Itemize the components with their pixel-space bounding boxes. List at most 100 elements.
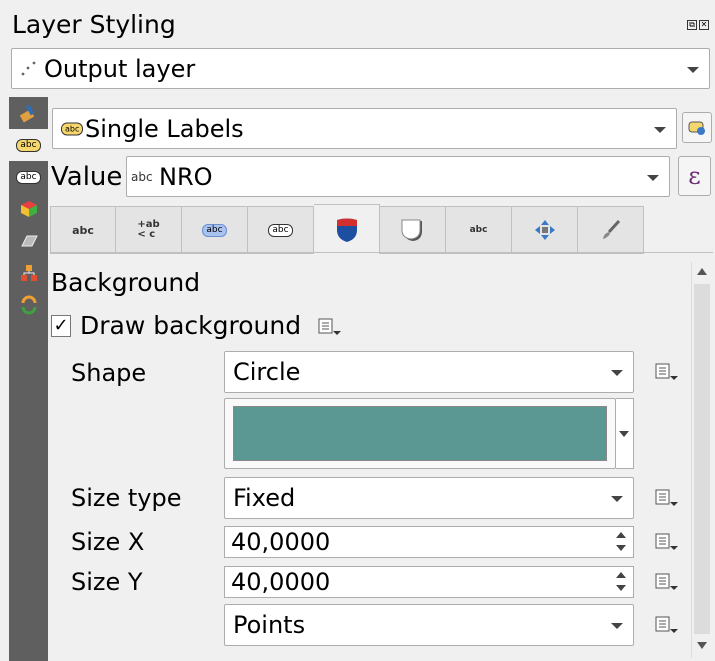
fields-icon <box>20 265 37 281</box>
panel-titlebar: Layer Styling ⧉ ✕ <box>0 0 715 44</box>
layer-select[interactable]: Output layer <box>11 48 710 89</box>
fill-color-button[interactable] <box>224 398 616 469</box>
sidebar-item-symbology[interactable] <box>9 97 48 129</box>
size-units-data-defined-button[interactable] <box>649 611 683 639</box>
draw-background-row: ✓ Draw background <box>51 311 301 340</box>
label-mask-icon: abc <box>16 170 41 184</box>
size-y-spinbox[interactable]: 40,0000 <box>224 566 634 598</box>
data-defined-icon <box>655 533 678 550</box>
shadow-icon <box>401 219 422 241</box>
callouts-icon: abc <box>469 225 488 235</box>
data-defined-icon <box>655 616 678 633</box>
scrollbar-thumb[interactable] <box>694 284 710 634</box>
shape-select[interactable]: Circle <box>224 351 634 393</box>
size-x-spinbox[interactable]: 40,0000 <box>224 526 634 558</box>
tab-formatting[interactable]: +ab < c <box>116 206 182 254</box>
title-buttons: ⧉ ✕ <box>687 20 709 30</box>
tab-buffer[interactable]: abc <box>182 206 248 254</box>
label-settings-tabs: abc +ab < c abc abc abc <box>50 204 644 254</box>
buffer-icon: abc <box>202 223 227 237</box>
shape-data-defined-button[interactable] <box>649 358 683 386</box>
tabs-divider <box>50 252 713 253</box>
text-icon: abc <box>72 223 94 237</box>
size-x-label: Size X <box>71 528 145 556</box>
sidebar-item-masks[interactable]: abc <box>9 161 48 193</box>
data-defined-icon <box>655 363 678 380</box>
sidebar-item-fields[interactable] <box>9 257 48 289</box>
chevron-down-icon <box>654 126 666 133</box>
size-x-data-defined-button[interactable] <box>649 528 683 556</box>
size-units-value: Points <box>233 611 306 639</box>
size-type-label: Size type <box>71 484 182 512</box>
step-up-icon[interactable] <box>616 572 626 578</box>
shape-label: Shape <box>71 359 147 387</box>
step-down-icon[interactable] <box>616 585 626 591</box>
fill-color-dropdown[interactable] <box>616 398 634 469</box>
3d-view-icon <box>20 201 37 217</box>
value-field-value: NRO <box>159 162 213 191</box>
label-rules-button[interactable] <box>682 112 712 143</box>
scroll-down-icon[interactable] <box>697 642 707 649</box>
vertical-scrollbar[interactable] <box>691 262 712 658</box>
close-button[interactable]: ✕ <box>699 20 709 30</box>
labeling-mode-value: Single Labels <box>85 114 244 143</box>
float-button[interactable]: ⧉ <box>687 20 697 30</box>
labeling-mode-select[interactable]: abc Single Labels <box>52 108 677 149</box>
size-x-value: 40,0000 <box>231 528 331 556</box>
scroll-up-icon[interactable] <box>697 268 707 275</box>
value-label: Value <box>51 162 123 192</box>
sidebar-item-history[interactable] <box>9 289 48 321</box>
chevron-down-icon <box>611 496 623 502</box>
draw-background-checkbox[interactable]: ✓ <box>51 314 71 337</box>
point-layer-icon <box>21 61 36 75</box>
size-x-stepper[interactable] <box>613 529 629 555</box>
value-field-select[interactable]: abc NRO <box>126 156 670 197</box>
tab-callouts[interactable]: abc <box>446 206 512 254</box>
chevron-down-icon <box>687 66 699 73</box>
paintbrush-icon <box>19 104 34 123</box>
background-shield-icon <box>336 218 357 242</box>
size-units-select[interactable]: Points <box>224 604 634 646</box>
shape-value: Circle <box>233 358 301 386</box>
single-labels-icon: abc <box>61 122 84 135</box>
placement-icon <box>534 220 555 240</box>
string-field-icon: abc <box>131 169 153 184</box>
mask-icon: abc <box>268 223 293 237</box>
layer-select-value: Output layer <box>44 54 196 83</box>
size-y-value: 40,0000 <box>231 568 331 596</box>
step-up-icon[interactable] <box>616 532 626 538</box>
expression-button[interactable]: ε <box>678 156 711 196</box>
size-y-data-defined-button[interactable] <box>649 568 683 596</box>
data-defined-override-button[interactable] <box>312 313 346 341</box>
sidebar-item-3d-view[interactable] <box>9 193 48 225</box>
formatting-icon: +ab < c <box>137 219 160 240</box>
draw-background-label[interactable]: Draw background <box>80 311 301 340</box>
size-type-data-defined-button[interactable] <box>649 484 683 512</box>
tab-shadow[interactable] <box>380 206 446 254</box>
sidebar-item-diagrams[interactable] <box>9 225 48 257</box>
tab-placement[interactable] <box>512 206 578 254</box>
rendering-brush-icon <box>602 219 620 239</box>
chevron-down-icon <box>611 623 623 629</box>
diagrams-icon <box>20 235 38 247</box>
data-defined-icon <box>318 318 341 335</box>
size-y-label: Size Y <box>71 568 143 596</box>
labels-icon: abc <box>16 138 41 152</box>
history-icon <box>21 295 36 315</box>
chevron-down-icon <box>647 174 659 181</box>
tab-mask[interactable]: abc <box>248 206 314 254</box>
chevron-down-icon <box>611 370 623 376</box>
size-type-value: Fixed <box>233 484 296 512</box>
fill-color-swatch <box>233 406 607 461</box>
tab-rendering[interactable] <box>578 206 644 254</box>
tab-background[interactable] <box>314 204 380 254</box>
style-sidebar: abc abc <box>9 97 48 661</box>
tab-text[interactable]: abc <box>50 206 116 254</box>
panel-title: Layer Styling <box>12 10 176 39</box>
size-y-stepper[interactable] <box>613 569 629 595</box>
size-type-select[interactable]: Fixed <box>224 477 634 519</box>
data-defined-icon <box>655 489 678 506</box>
sidebar-item-labels[interactable]: abc <box>9 129 48 161</box>
step-down-icon[interactable] <box>616 545 626 551</box>
label-settings-icon <box>688 121 705 135</box>
